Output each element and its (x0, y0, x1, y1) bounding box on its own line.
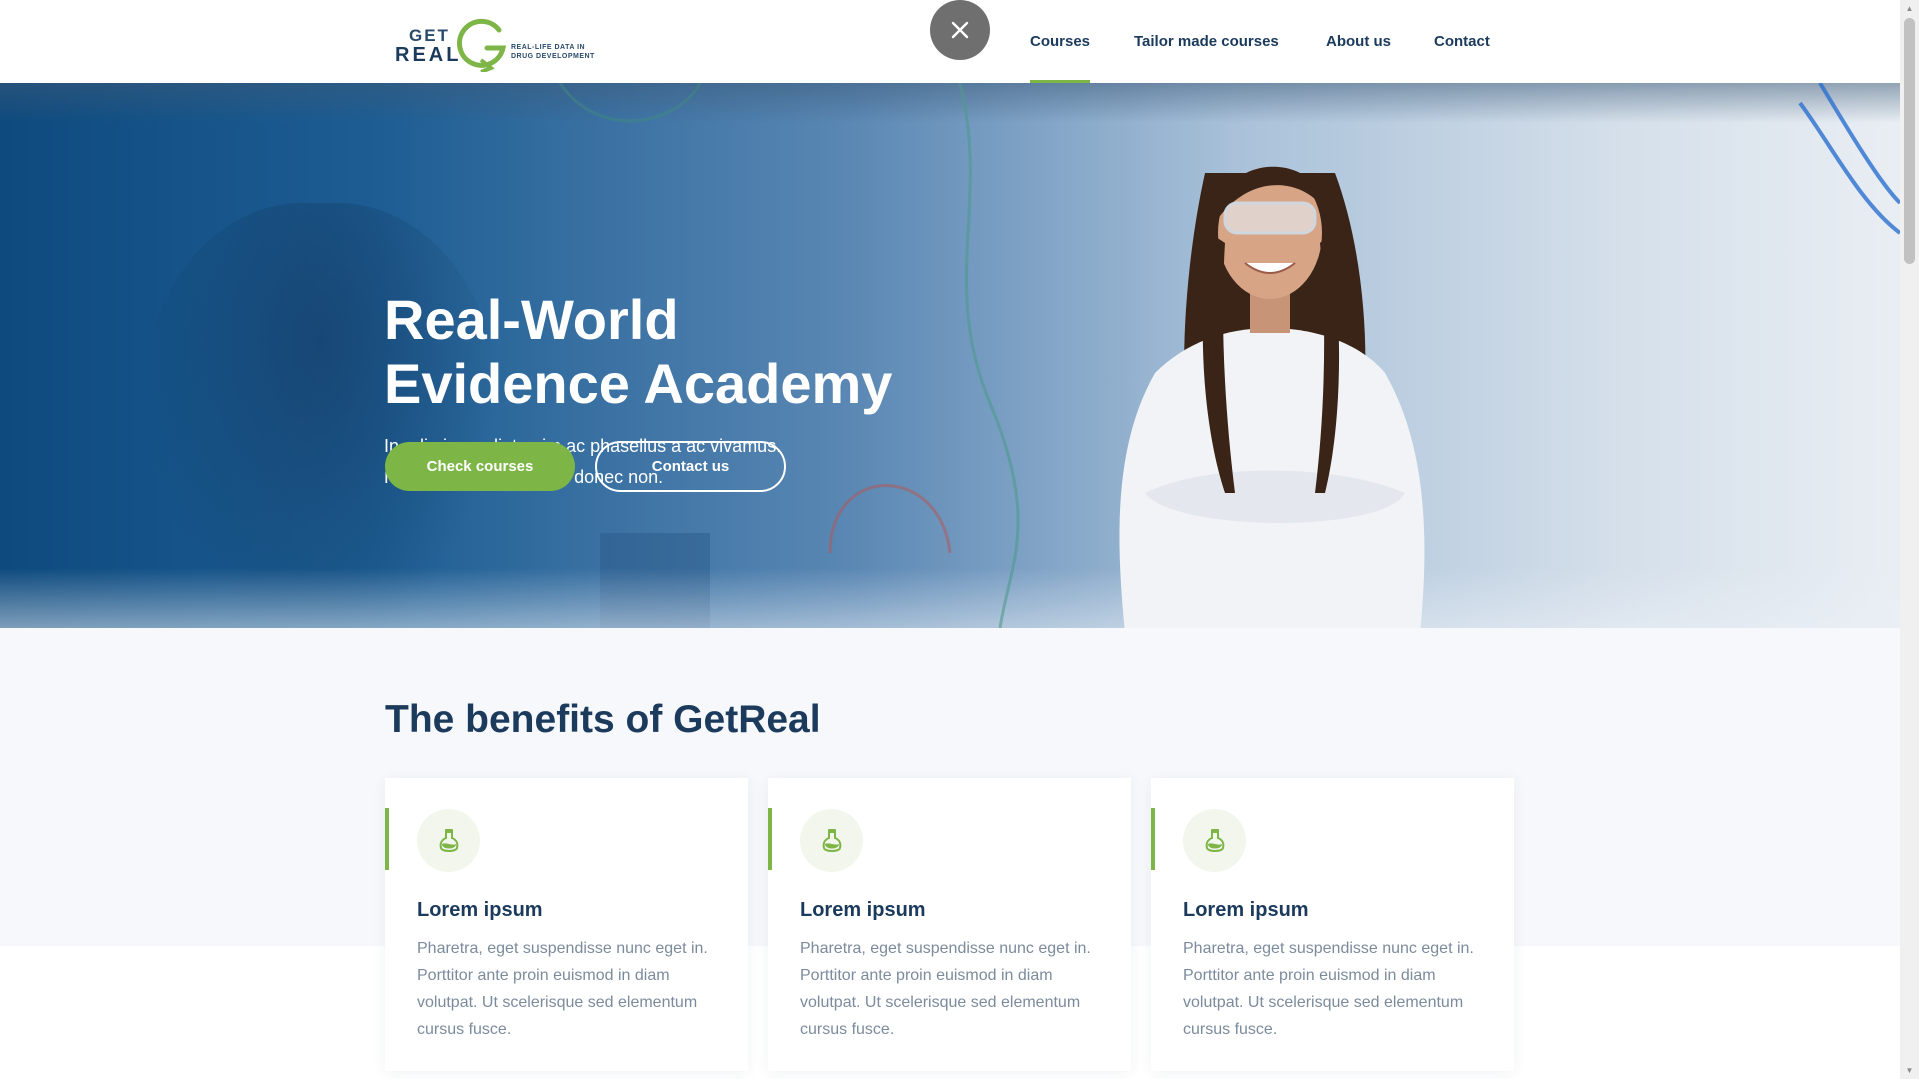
scroll-up-arrow-icon[interactable]: ▲ (1900, 0, 1919, 17)
contact-us-button[interactable]: Contact us (595, 441, 786, 492)
benefit-card: Lorem ipsum Pharetra, eget suspendisse n… (1151, 778, 1514, 1071)
benefits-heading: The benefits of GetReal (385, 698, 821, 741)
benefit-card: Lorem ipsum Pharetra, eget suspendisse n… (768, 778, 1131, 1071)
card-accent-bar (385, 808, 389, 870)
card-accent-bar (1151, 808, 1155, 870)
check-courses-button[interactable]: Check courses (385, 442, 575, 491)
card-text: Pharetra, eget suspendisse nunc eget in.… (1183, 940, 1474, 1038)
card-icon-circle (1183, 809, 1246, 872)
card-text: Pharetra, eget suspendisse nunc eget in.… (417, 940, 708, 1038)
close-button[interactable] (930, 0, 990, 60)
card-text: Pharetra, eget suspendisse nunc eget in.… (800, 940, 1091, 1038)
scientist-photo (1119, 166, 1425, 628)
close-icon (951, 21, 969, 39)
hero-banner: Real-World Evidence Academy In odio impe… (0, 83, 1900, 628)
hero-title-line1: Real-World (384, 288, 679, 351)
benefit-card: Lorem ipsum Pharetra, eget suspendisse n… (385, 778, 748, 1071)
nav-item-courses[interactable]: Courses (1030, 0, 1091, 83)
nav-item-contact[interactable]: Contact (1434, 0, 1490, 83)
logo-tagline-line1: REAL-LIFE DATA IN (511, 44, 586, 51)
card-accent-bar (768, 808, 772, 870)
flask-icon (1205, 828, 1224, 852)
card-icon-circle (800, 809, 863, 872)
scrollbar-thumb[interactable] (1904, 18, 1915, 264)
card-title: Lorem ipsum (417, 899, 543, 921)
logo-get-text: GET (409, 26, 450, 45)
logo-g-mark-icon (457, 18, 507, 72)
logo-tagline: REAL-LIFE DATA IN DRUG DEVELOPMENT (511, 43, 595, 61)
logo-real-text: REAL (395, 44, 462, 66)
page-scrollbar[interactable]: ▲ ▼ (1900, 0, 1919, 1079)
flask-icon (822, 828, 841, 852)
nav-item-tailor-made-courses[interactable]: Tailor made courses (1134, 0, 1279, 83)
card-icon-circle (417, 809, 480, 872)
hero-title: Real-World Evidence Academy (384, 288, 1004, 416)
card-title: Lorem ipsum (800, 899, 926, 921)
card-title: Lorem ipsum (1183, 899, 1309, 921)
nav-item-about-us[interactable]: About us (1326, 0, 1391, 83)
scroll-down-arrow-icon[interactable]: ▼ (1900, 1062, 1919, 1079)
flask-icon (439, 828, 458, 852)
logo-tagline-line2: DRUG DEVELOPMENT (511, 53, 595, 60)
hero-title-line2: Evidence Academy (384, 352, 893, 415)
getreal-logo[interactable]: GET REAL REAL-LIFE DATA IN DRUG DEVELOPM… (393, 16, 603, 72)
